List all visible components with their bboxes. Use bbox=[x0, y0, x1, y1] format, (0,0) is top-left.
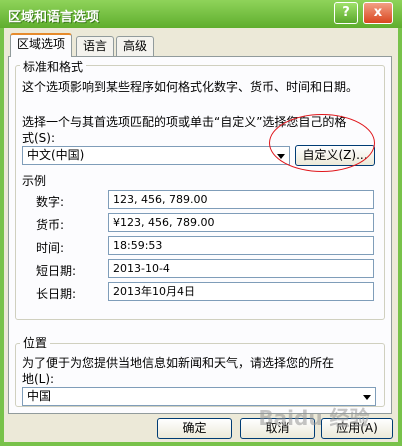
example-label-time: 时间: bbox=[36, 241, 65, 255]
ok-button[interactable]: 确定 bbox=[157, 418, 232, 439]
example-value-currency: ¥123, 456, 789.00 bbox=[108, 213, 374, 232]
example-value-short-date: 2013-10-4 bbox=[108, 259, 374, 278]
examples-heading: 示例 bbox=[22, 174, 47, 188]
standards-legend: 标准和格式 bbox=[20, 58, 87, 75]
example-label-currency: 货币: bbox=[36, 218, 65, 232]
example-label-number: 数字: bbox=[36, 195, 65, 209]
standards-description: 这个选项影响到某些程序如何格式化数字、货币、时间和日期。 bbox=[22, 80, 359, 94]
format-select[interactable]: 中文(中国) bbox=[22, 146, 290, 165]
example-label-long-date: 长日期: bbox=[36, 287, 77, 301]
tab-advanced[interactable]: 高级 bbox=[116, 36, 155, 56]
example-value-time: 18:59:53 bbox=[108, 236, 374, 255]
format-instruction-label: 式(S): bbox=[22, 131, 56, 145]
location-description: 为了便于为您提供当地信息如新闻和天气，请选择您的所在 bbox=[22, 356, 335, 370]
tab-panel: 标准和格式 这个选项影响到某些程序如何格式化数字、货币、时间和日期。 选择一个与… bbox=[8, 56, 392, 414]
standards-group: 标准和格式 这个选项影响到某些程序如何格式化数字、货币、时间和日期。 选择一个与… bbox=[15, 58, 385, 320]
title-bar[interactable]: 区域和语言选项 ? x bbox=[0, 0, 402, 28]
help-button[interactable]: ? bbox=[334, 2, 358, 24]
annotation-circle bbox=[269, 114, 375, 172]
example-label-short-date: 短日期: bbox=[36, 264, 77, 278]
tab-regional-options[interactable]: 区域选项 bbox=[10, 33, 73, 57]
tab-languages[interactable]: 语言 bbox=[76, 36, 115, 56]
example-value-long-date: 2013年10月4日 bbox=[108, 282, 374, 301]
watermark: Baidu 经验 bbox=[258, 406, 370, 430]
example-value-number: 123, 456, 789.00 bbox=[108, 190, 374, 209]
location-select-value: 中国 bbox=[27, 389, 52, 403]
close-button[interactable]: x bbox=[363, 2, 393, 24]
format-select-value: 中文(中国) bbox=[27, 148, 85, 162]
location-legend: 位置 bbox=[20, 334, 51, 351]
dialog-window: 区域和语言选项 ? x 区域选项 语言 高级 标准和格式 这个选项影响到某些程序… bbox=[0, 0, 402, 446]
location-label: 地(L): bbox=[22, 372, 55, 386]
window-title: 区域和语言选项 bbox=[8, 10, 100, 25]
